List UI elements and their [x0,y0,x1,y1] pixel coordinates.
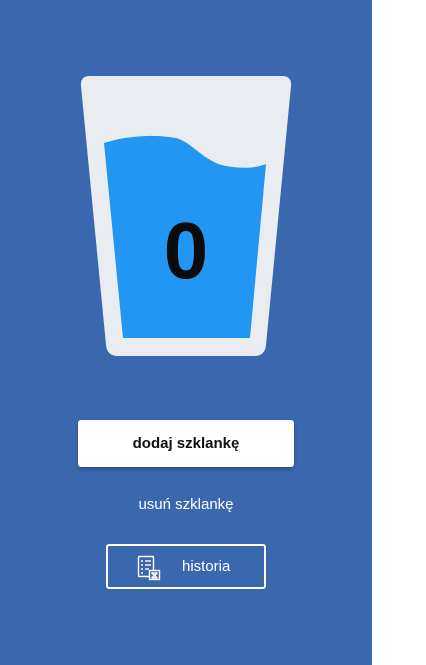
history-label: historia [182,558,231,575]
history-button[interactable]: historia [106,544,266,589]
document-history-icon [137,555,161,581]
remove-glass-link[interactable]: usuń szklankę [78,493,294,517]
add-glass-button[interactable]: dodaj szklankę [78,420,294,467]
water-tracker-panel: 0 dodaj szklankę usuń szklankę historia [0,0,372,665]
glass-count: 0 [163,206,209,295]
